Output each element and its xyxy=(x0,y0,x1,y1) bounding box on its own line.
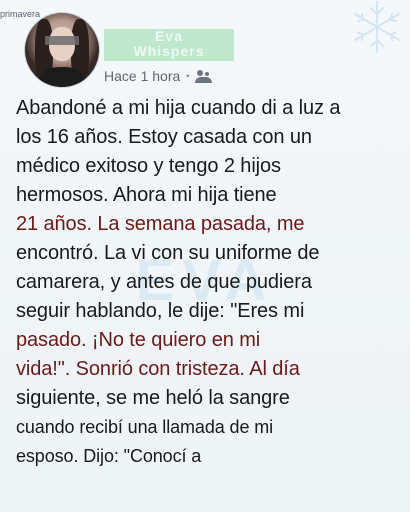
story-line: seguir hablando, le dije: "Eres mi xyxy=(16,300,305,322)
story-line: 21 años. La semana pasada, me xyxy=(16,213,305,235)
story-line: Abandoné a mi hija cuando di a luz a xyxy=(16,97,341,119)
story-line: camarera, y antes de que pudiera xyxy=(16,271,312,293)
author-name-line-1: Eva xyxy=(155,28,183,44)
post-card: primavera Eva Whispers Hace 1 hora • EVA… xyxy=(0,0,410,512)
story-line: hermosos. Ahora mi hija tiene xyxy=(16,184,277,206)
post-meta: Hace 1 hora • xyxy=(104,68,213,84)
snowflake-icon xyxy=(354,1,400,53)
friends-icon[interactable] xyxy=(195,69,213,83)
author-name-line-2: Whispers xyxy=(133,43,205,59)
author-avatar[interactable] xyxy=(25,13,99,87)
story-line: los 16 años. Estoy casada con un xyxy=(16,126,312,148)
top-tag-text: primavera xyxy=(0,9,41,19)
story-line: encontró. La vi con su uniforme de xyxy=(16,242,320,264)
story-line: cuando recibí una llamada de mi xyxy=(16,417,274,437)
story-line: esposo. Dijo: "Conocí a xyxy=(16,446,202,466)
post-timestamp[interactable]: Hace 1 hora xyxy=(104,68,180,84)
meta-separator: • xyxy=(186,71,190,81)
story-line: médico exitoso y tengo 2 hijos xyxy=(16,155,281,177)
censor-bar xyxy=(45,36,79,45)
story-line: siguiente, se me heló la sangre xyxy=(16,387,290,409)
story-line: pasado. ¡No te quiero en mi xyxy=(16,329,261,351)
story-line: vida!". Sonrió con tristeza. Al día xyxy=(16,358,300,380)
author-name[interactable]: Eva Whispers xyxy=(104,29,234,61)
story-text: Abandoné a mi hija cuando di a luz a los… xyxy=(16,94,404,471)
